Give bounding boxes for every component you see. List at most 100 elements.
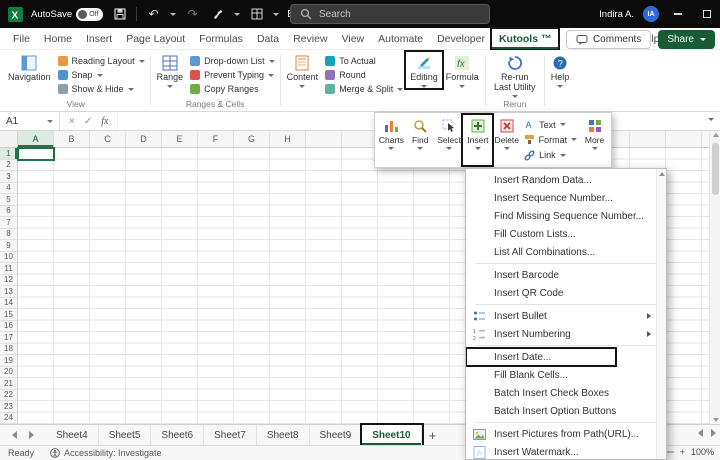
scroll-up-icon[interactable] xyxy=(659,172,665,176)
row-header-18[interactable]: 18 xyxy=(0,343,17,355)
save-icon[interactable] xyxy=(111,6,128,23)
copy-ranges-button[interactable]: Copy Ranges xyxy=(190,83,275,95)
ribbon-tab-kutools[interactable]: Kutools ™ xyxy=(489,26,561,51)
sheet-tab-sheet5[interactable]: Sheet5 xyxy=(98,425,152,445)
row-header-22[interactable]: 22 xyxy=(0,389,17,401)
menu-item-find-missing-sequence-number[interactable]: Find Missing Sequence Number... xyxy=(466,207,655,225)
delete-button[interactable]: Delete xyxy=(492,115,521,165)
zoom-in-button[interactable]: + xyxy=(680,447,685,457)
avatar[interactable]: IA xyxy=(643,6,659,22)
row-header-11[interactable]: 11 xyxy=(0,263,17,275)
to-actual-button[interactable]: To Actual xyxy=(325,55,403,67)
scroll-right-icon[interactable] xyxy=(711,429,716,437)
format-button[interactable]: Format xyxy=(524,134,578,145)
row-header-12[interactable]: 12 xyxy=(0,274,17,286)
dropdown-list-button[interactable]: Drop-down List xyxy=(190,55,275,67)
row-header-14[interactable]: 14 xyxy=(0,297,17,309)
ribbon-tab-page-layout[interactable]: Page Layout xyxy=(119,29,192,49)
sheet-tab-sheet6[interactable]: Sheet6 xyxy=(151,425,205,445)
ribbon-tab-insert[interactable]: Insert xyxy=(79,29,119,49)
navigation-button[interactable]: Navigation xyxy=(4,52,55,83)
more-button[interactable]: More xyxy=(580,115,609,165)
rerun-last-utility-button[interactable]: Re-run Last Utility xyxy=(488,52,542,98)
undo-button[interactable]: ↶ xyxy=(145,6,162,23)
scroll-down-icon[interactable] xyxy=(712,418,719,422)
round-button[interactable]: Round xyxy=(325,69,403,81)
column-header-a[interactable]: A xyxy=(18,131,54,147)
row-header-5[interactable]: 5 xyxy=(0,194,17,206)
menu-item-insert-bullet[interactable]: Insert Bullet xyxy=(466,307,655,325)
enter-icon[interactable]: ✓ xyxy=(84,116,92,127)
menu-item-insert-sequence-number[interactable]: Insert Sequence Number... xyxy=(466,189,655,207)
maximize-button[interactable] xyxy=(697,4,717,24)
ribbon-tab-formulas[interactable]: Formulas xyxy=(192,29,250,49)
row-header-19[interactable]: 19 xyxy=(0,355,17,367)
row-header-1[interactable]: 1 xyxy=(0,148,17,160)
sheet-tab-sheet9[interactable]: Sheet9 xyxy=(309,425,363,445)
menu-item-batch-insert-option-buttons[interactable]: Batch Insert Option Buttons xyxy=(466,402,655,420)
column-header[interactable] xyxy=(342,131,378,147)
formula-button[interactable]: fx Formula xyxy=(442,52,483,88)
ribbon-tab-developer[interactable]: Developer xyxy=(430,29,492,49)
ribbon-tab-view[interactable]: View xyxy=(335,29,372,49)
accessibility-status[interactable]: Accessibility: Investigate xyxy=(50,448,162,458)
search-input[interactable]: Search xyxy=(290,4,490,24)
vertical-scrollbar[interactable] xyxy=(709,131,720,424)
ribbon-tab-data[interactable]: Data xyxy=(250,29,286,49)
row-header-23[interactable]: 23 xyxy=(0,401,17,413)
column-header-b[interactable]: B xyxy=(54,131,90,147)
insert-function-icon[interactable]: fx xyxy=(101,116,108,127)
sheet-tab-sheet4[interactable]: Sheet4 xyxy=(46,425,99,445)
ribbon-tab-home[interactable]: Home xyxy=(37,29,79,49)
scroll-thumb[interactable] xyxy=(711,143,719,195)
help-button[interactable]: ? Help xyxy=(547,52,574,88)
column-header[interactable] xyxy=(306,131,342,147)
row-header-10[interactable]: 10 xyxy=(0,251,17,263)
user-name[interactable]: Indira A. xyxy=(599,9,634,20)
ribbon-tab-automate[interactable]: Automate xyxy=(371,29,430,49)
menu-item-insert-watermark[interactable]: A Insert Watermark... xyxy=(466,443,655,459)
row-header-9[interactable]: 9 xyxy=(0,240,17,252)
row-header-17[interactable]: 17 xyxy=(0,332,17,344)
content-button[interactable]: Content xyxy=(283,52,323,88)
sheet-tab-sheet10[interactable]: Sheet10 xyxy=(360,423,424,447)
comments-button[interactable]: Comments xyxy=(565,30,652,49)
zoom-level[interactable]: 100% xyxy=(691,447,714,457)
name-box[interactable]: A1 xyxy=(0,112,60,130)
row-header-4[interactable]: 4 xyxy=(0,182,17,194)
row-header-3[interactable]: 3 xyxy=(0,171,17,183)
sheet-tab-sheet8[interactable]: Sheet8 xyxy=(256,425,310,445)
text-button[interactable]: A Text xyxy=(524,119,577,130)
row-header-7[interactable]: 7 xyxy=(0,217,17,229)
snap-button[interactable]: Snap xyxy=(57,69,145,81)
select-all-corner[interactable] xyxy=(0,131,18,148)
menu-item-insert-barcode[interactable]: Insert Barcode xyxy=(466,266,655,284)
formula-bar-expand-icon[interactable] xyxy=(708,118,714,121)
row-header-6[interactable]: 6 xyxy=(0,205,17,217)
editing-button[interactable]: Editing xyxy=(404,50,444,90)
column-header-f[interactable]: F xyxy=(198,131,234,147)
prevent-typing-button[interactable]: Prevent Typing xyxy=(190,69,275,81)
row-header-15[interactable]: 15 xyxy=(0,309,17,321)
chevron-down-icon[interactable] xyxy=(234,12,241,16)
select-button[interactable]: Select xyxy=(435,115,464,165)
menu-item-insert-numbering[interactable]: 1 2 Insert Numbering xyxy=(466,325,655,343)
row-header-16[interactable]: 16 xyxy=(0,320,17,332)
autosave-toggle[interactable]: AutoSave Off xyxy=(31,7,104,21)
menu-item-fill-blank-cells[interactable]: Fill Blank Cells... xyxy=(466,366,655,384)
redo-button[interactable]: ↷ xyxy=(184,6,201,23)
sheet-tab-sheet7[interactable]: Sheet7 xyxy=(204,425,257,445)
row-header-2[interactable]: 2 xyxy=(0,159,17,171)
range-button[interactable]: Range xyxy=(153,52,188,88)
new-sheet-button[interactable]: + xyxy=(422,425,444,445)
reading-layout-button[interactable]: Reading Layout xyxy=(57,55,145,67)
share-button[interactable]: Share xyxy=(658,30,715,49)
cancel-icon[interactable]: × xyxy=(69,116,75,127)
chevron-down-icon[interactable] xyxy=(170,12,177,16)
scroll-left-icon[interactable] xyxy=(698,429,703,437)
find-button[interactable]: Find xyxy=(406,115,435,165)
menu-item-batch-insert-check-boxes[interactable]: Batch Insert Check Boxes xyxy=(466,384,655,402)
table-style-icon[interactable] xyxy=(248,6,265,23)
row-header-24[interactable]: 24 xyxy=(0,412,17,424)
format-painter-icon[interactable] xyxy=(209,6,226,23)
